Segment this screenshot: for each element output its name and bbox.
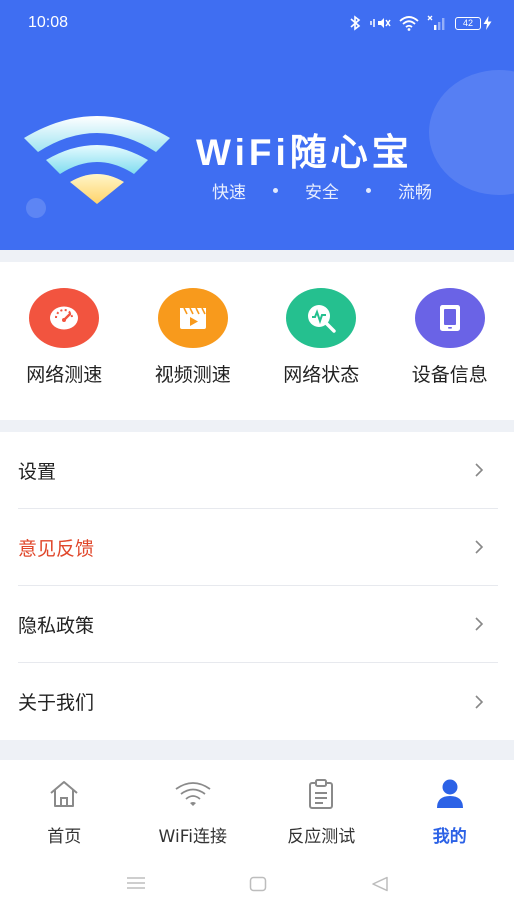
menu-item-label: 关于我们 (18, 692, 95, 714)
nav-item-wifi[interactable]: WiFi连接 (129, 760, 258, 850)
wifi-status-icon (399, 16, 419, 31)
bottom-nav: 首页 WiFi连接 反应测试 我的 (0, 760, 514, 850)
menu-item-privacy[interactable]: 隐私政策 (18, 586, 498, 663)
nav-label: 首页 (47, 827, 82, 847)
bluetooth-icon (350, 15, 361, 31)
signal-icon (427, 15, 445, 30)
speedometer-icon (29, 288, 100, 348)
video-clapper-icon (157, 288, 228, 348)
tool-label: 网络测速 (26, 364, 103, 386)
status-icons: 42 (349, 13, 492, 33)
nav-label: 我的 (432, 827, 467, 847)
battery-indicator: 42 (455, 16, 492, 30)
clipboard-icon (307, 776, 335, 812)
app-tagline: 快速 安全 流畅 (212, 178, 432, 203)
tool-network-status[interactable]: 网络状态 (257, 262, 386, 420)
network-search-icon (286, 288, 357, 348)
menu-item-about[interactable]: 关于我们 (18, 663, 498, 740)
tool-device-info[interactable]: 设备信息 (386, 262, 514, 420)
menu-icon[interactable] (126, 876, 146, 890)
tagline-separator (366, 188, 371, 193)
home-icon (48, 776, 80, 812)
chevron-right-icon (475, 694, 484, 709)
quick-tools: 网络测速 视频测速 网络状态 设备信息 (0, 262, 514, 420)
settings-menu: 设置 意见反馈 隐私政策 关于我们 (0, 432, 514, 740)
menu-item-feedback[interactable]: 意见反馈 (18, 509, 498, 586)
status-bar: 10:08 42 (0, 0, 514, 46)
menu-item-label: 设置 (18, 460, 57, 483)
tagline-separator (273, 188, 278, 193)
menu-item-settings[interactable]: 设置 (18, 432, 498, 509)
user-icon (435, 776, 465, 812)
nav-item-reaction-test[interactable]: 反应测试 (257, 760, 386, 850)
chevron-right-icon (475, 463, 484, 477)
nav-item-home[interactable]: 首页 (0, 760, 129, 850)
tool-label: 视频测速 (154, 364, 231, 386)
chevron-right-icon (475, 617, 484, 631)
tool-network-speed[interactable]: 网络测速 (0, 262, 129, 420)
wifi-logo-icon (24, 116, 170, 204)
tagline-word: 快速 (212, 183, 246, 203)
tagline-word: 流畅 (398, 183, 432, 203)
menu-item-label: 隐私政策 (18, 614, 95, 637)
tool-label: 网络状态 (283, 364, 360, 386)
system-nav-bar (0, 850, 514, 900)
tool-label: 设备信息 (411, 364, 488, 386)
wifi-icon (174, 776, 212, 812)
menu-item-label: 意见反馈 (18, 537, 95, 560)
back-icon[interactable] (371, 876, 389, 892)
battery-level: 42 (455, 16, 481, 30)
nav-label: WiFi连接 (158, 827, 227, 847)
tagline-word: 安全 (305, 183, 339, 203)
tablet-icon (414, 288, 485, 348)
home-button-icon[interactable] (249, 876, 267, 892)
charging-icon (483, 16, 492, 30)
nav-label: 反应测试 (287, 827, 356, 847)
tool-video-speed[interactable]: 视频测速 (129, 262, 258, 420)
app-header: 10:08 42 WiFi随心宝 快速 安全 流畅 (0, 0, 514, 250)
mute-vibrate-icon (370, 18, 391, 28)
app-title: WiFi随心宝 (196, 132, 413, 173)
decorative-bubble (429, 70, 514, 195)
status-time: 10:08 (28, 14, 69, 31)
nav-item-mine[interactable]: 我的 (386, 760, 514, 850)
chevron-right-icon (475, 540, 484, 554)
